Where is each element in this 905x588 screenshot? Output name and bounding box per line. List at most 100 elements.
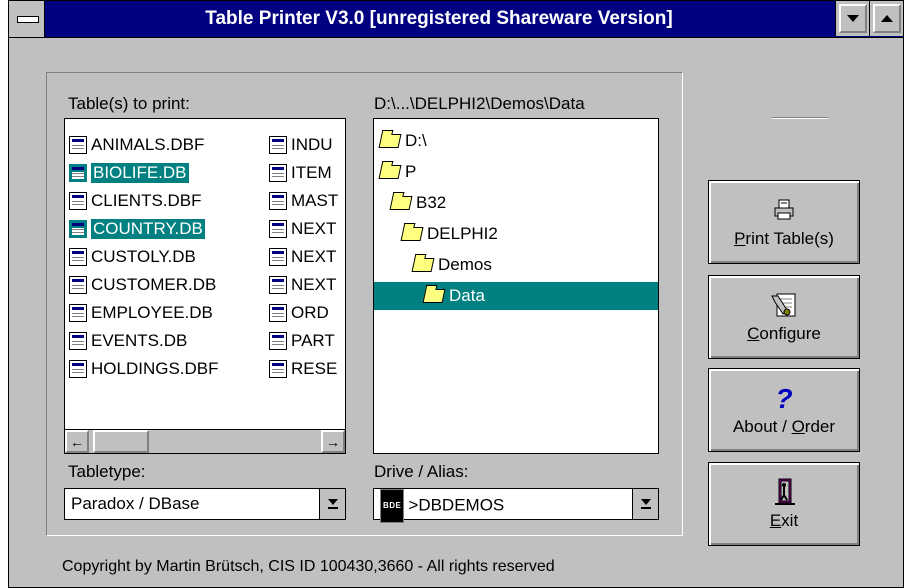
table-name: EVENTS.DB (91, 331, 188, 350)
tabletype-select[interactable]: Paradox / DBase (64, 488, 346, 520)
dropdown-arrow-icon (640, 499, 651, 509)
table-list-item[interactable]: CUSTOMER.DB (65, 271, 219, 299)
status-divider (772, 117, 828, 119)
table-name: NEXT (291, 247, 337, 266)
directory-item[interactable]: D:\ (374, 127, 658, 155)
directory-name: D:\ (405, 131, 427, 150)
table-name: HOLDINGS.DBF (91, 359, 219, 378)
table-file-icon (269, 304, 287, 322)
table-list-item[interactable]: NEXT (265, 243, 338, 271)
table-list-hscrollbar[interactable]: ← → (65, 429, 345, 453)
table-list-item[interactable]: NEXT (265, 271, 338, 299)
table-list-item[interactable]: NEXT (265, 215, 338, 243)
table-list-column-1: ANIMALS.DBF BIOLIFE.DB CLIENTS.DBF COUNTRY.… (65, 131, 219, 383)
directory-name: Data (449, 286, 485, 305)
table-file-icon (269, 136, 287, 154)
table-name: NEXT (291, 275, 337, 294)
directory-item[interactable]: P (374, 158, 658, 186)
table-list-item[interactable]: PART (265, 327, 338, 355)
title-bar: Table Printer V3.0 [unregistered Sharewa… (9, 1, 903, 38)
directory-item[interactable]: Data (374, 282, 658, 310)
order-mnemonic: O (791, 417, 805, 436)
table-file-icon (269, 332, 287, 350)
table-name: ORD (291, 303, 329, 322)
table-list-item[interactable]: RESE (265, 355, 338, 383)
minimize-button[interactable] (835, 1, 869, 36)
table-name: EMPLOYEE.DB (91, 303, 213, 322)
configure-mnemonic: C (747, 324, 760, 343)
table-file-icon (269, 360, 287, 378)
table-file-icon (69, 136, 87, 154)
open-folder-icon (378, 134, 402, 148)
printer-icon (773, 195, 795, 225)
table-list-item[interactable]: ITEM (265, 159, 338, 187)
table-name: MAST (291, 191, 339, 210)
exit-label: xit (781, 511, 799, 530)
table-file-icon (269, 220, 287, 238)
table-file-icon (69, 276, 87, 294)
scroll-right-button[interactable]: → (321, 430, 345, 453)
table-name: CUSTOLY.DB (91, 247, 196, 266)
table-listbox[interactable]: ANIMALS.DBF BIOLIFE.DB CLIENTS.DBF COUNTRY.… (64, 118, 346, 454)
window-title: Table Printer V3.0 [unregistered Sharewa… (205, 8, 673, 29)
drive-alias-select[interactable]: BDE >DBDEMOS (373, 488, 659, 523)
system-menu-button[interactable] (9, 1, 45, 37)
table-file-icon (69, 248, 87, 266)
drive-alias-label: Drive / Alias: (374, 462, 469, 481)
open-folder-icon (422, 289, 446, 303)
about-order-button[interactable]: ? About / Order (708, 368, 860, 452)
tabletype-value: Paradox / DBase (71, 494, 200, 513)
open-folder-icon (411, 258, 435, 272)
print-tables-button[interactable]: Print Table(s) (708, 180, 860, 264)
table-list-item[interactable]: ORD (265, 299, 338, 327)
maximize-button[interactable] (869, 1, 903, 36)
table-file-icon (69, 332, 87, 350)
maximize-arrow-icon (880, 15, 893, 22)
table-list-item[interactable]: MAST (265, 187, 338, 215)
directory-item[interactable]: B32 (374, 189, 658, 217)
system-menu-icon (17, 16, 39, 23)
table-list-item[interactable]: CUSTOLY.DB (65, 243, 219, 271)
configure-button[interactable]: Configure (708, 275, 860, 359)
table-list-item[interactable]: INDU (265, 131, 338, 159)
table-name: CLIENTS.DBF (91, 191, 202, 210)
directory-tree[interactable]: D:\ P B32 DELPHI2 Demos Data (373, 118, 659, 454)
table-name: PART (291, 331, 335, 350)
table-name: ANIMALS.DBF (91, 135, 205, 154)
copyright-text: Copyright by Martin Brütsch, CIS ID 1004… (62, 558, 555, 575)
drive-alias-dropdown-button[interactable] (632, 489, 658, 519)
table-list-item[interactable]: BIOLIFE.DB (65, 159, 219, 187)
table-list-item[interactable]: EVENTS.DB (65, 327, 219, 355)
table-list-item[interactable]: HOLDINGS.DBF (65, 355, 219, 383)
wrench-icon (769, 290, 799, 320)
scroll-thumb[interactable] (93, 430, 149, 453)
tabletype-dropdown-button[interactable] (319, 489, 345, 519)
drive-alias-value: >DBDEMOS (408, 495, 505, 515)
table-list-item[interactable]: EMPLOYEE.DB (65, 299, 219, 327)
exit-button[interactable]: Exit (708, 462, 860, 546)
table-list-item[interactable]: COUNTRY.DB (65, 215, 219, 243)
dropdown-arrow-icon (327, 499, 338, 509)
exit-caption: Exit (770, 511, 798, 531)
table-file-icon (69, 220, 87, 238)
print-tables-caption: Print Table(s) (734, 229, 834, 249)
directory-item[interactable]: Demos (374, 251, 658, 279)
directory-name: P (405, 162, 417, 181)
table-name: INDU (291, 135, 333, 154)
order-label: rder (804, 417, 836, 436)
table-file-icon (69, 304, 87, 322)
table-name: COUNTRY.DB (91, 219, 205, 239)
table-list-item[interactable]: CLIENTS.DBF (65, 187, 219, 215)
directory-path-label: D:\...\DELPHI2\Demos\Data (374, 94, 585, 113)
scroll-left-button[interactable]: ← (65, 430, 89, 453)
arrow-right-icon: → (326, 433, 340, 450)
table-file-icon (269, 276, 287, 294)
table-file-icon (269, 192, 287, 210)
bde-icon: BDE (380, 489, 405, 523)
directory-name: Demos (438, 255, 492, 274)
question-icon: ? (774, 383, 794, 413)
directory-name: B32 (416, 193, 447, 212)
table-list-item[interactable]: ANIMALS.DBF (65, 131, 219, 159)
configure-caption: Configure (747, 324, 821, 344)
directory-item[interactable]: DELPHI2 (374, 220, 658, 248)
